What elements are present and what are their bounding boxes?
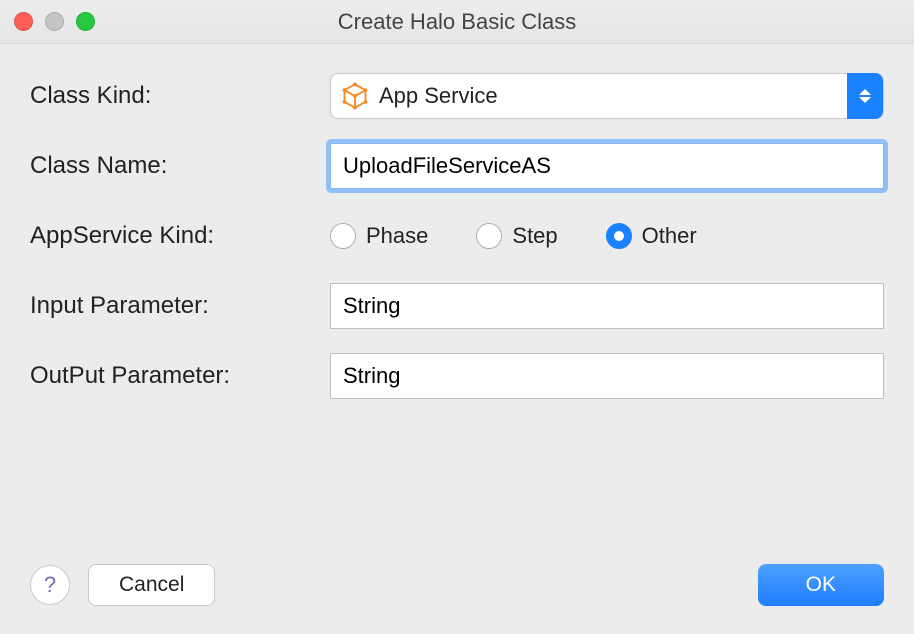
class-name-label: Class Name: (30, 152, 330, 180)
radio-label: Phase (366, 223, 428, 249)
window-title: Create Halo Basic Class (0, 9, 914, 35)
titlebar: Create Halo Basic Class (0, 0, 914, 44)
radio-label: Step (512, 223, 557, 249)
output-param-input[interactable] (330, 353, 884, 399)
radio-icon (476, 223, 502, 249)
close-icon[interactable] (14, 12, 33, 31)
radio-step[interactable]: Step (476, 223, 557, 249)
radio-icon (330, 223, 356, 249)
class-kind-label: Class Kind: (30, 82, 330, 110)
class-name-input[interactable] (330, 143, 884, 189)
class-kind-select[interactable]: App Service (330, 73, 884, 119)
form: Class Kind: (0, 44, 914, 400)
chevron-updown-icon[interactable] (847, 73, 883, 119)
appservice-kind-group: Phase Step Other (330, 223, 884, 249)
class-kind-value: App Service (379, 83, 847, 109)
window-controls (14, 12, 95, 31)
minimize-icon (45, 12, 64, 31)
maximize-icon[interactable] (76, 12, 95, 31)
input-param-label: Input Parameter: (30, 292, 330, 320)
appservice-kind-label: AppService Kind: (30, 222, 330, 250)
help-icon: ? (44, 572, 56, 598)
footer: ? Cancel OK (30, 564, 884, 606)
cancel-label: Cancel (119, 573, 184, 596)
radio-phase[interactable]: Phase (330, 223, 428, 249)
radio-icon (606, 223, 632, 249)
output-param-label: OutPut Parameter: (30, 362, 330, 390)
ok-label: OK (806, 573, 836, 596)
cube-icon (341, 82, 369, 110)
cancel-button[interactable]: Cancel (88, 564, 215, 606)
radio-label: Other (642, 223, 697, 249)
input-param-input[interactable] (330, 283, 884, 329)
help-button[interactable]: ? (30, 565, 70, 605)
ok-button[interactable]: OK (758, 564, 884, 606)
radio-other[interactable]: Other (606, 223, 697, 249)
